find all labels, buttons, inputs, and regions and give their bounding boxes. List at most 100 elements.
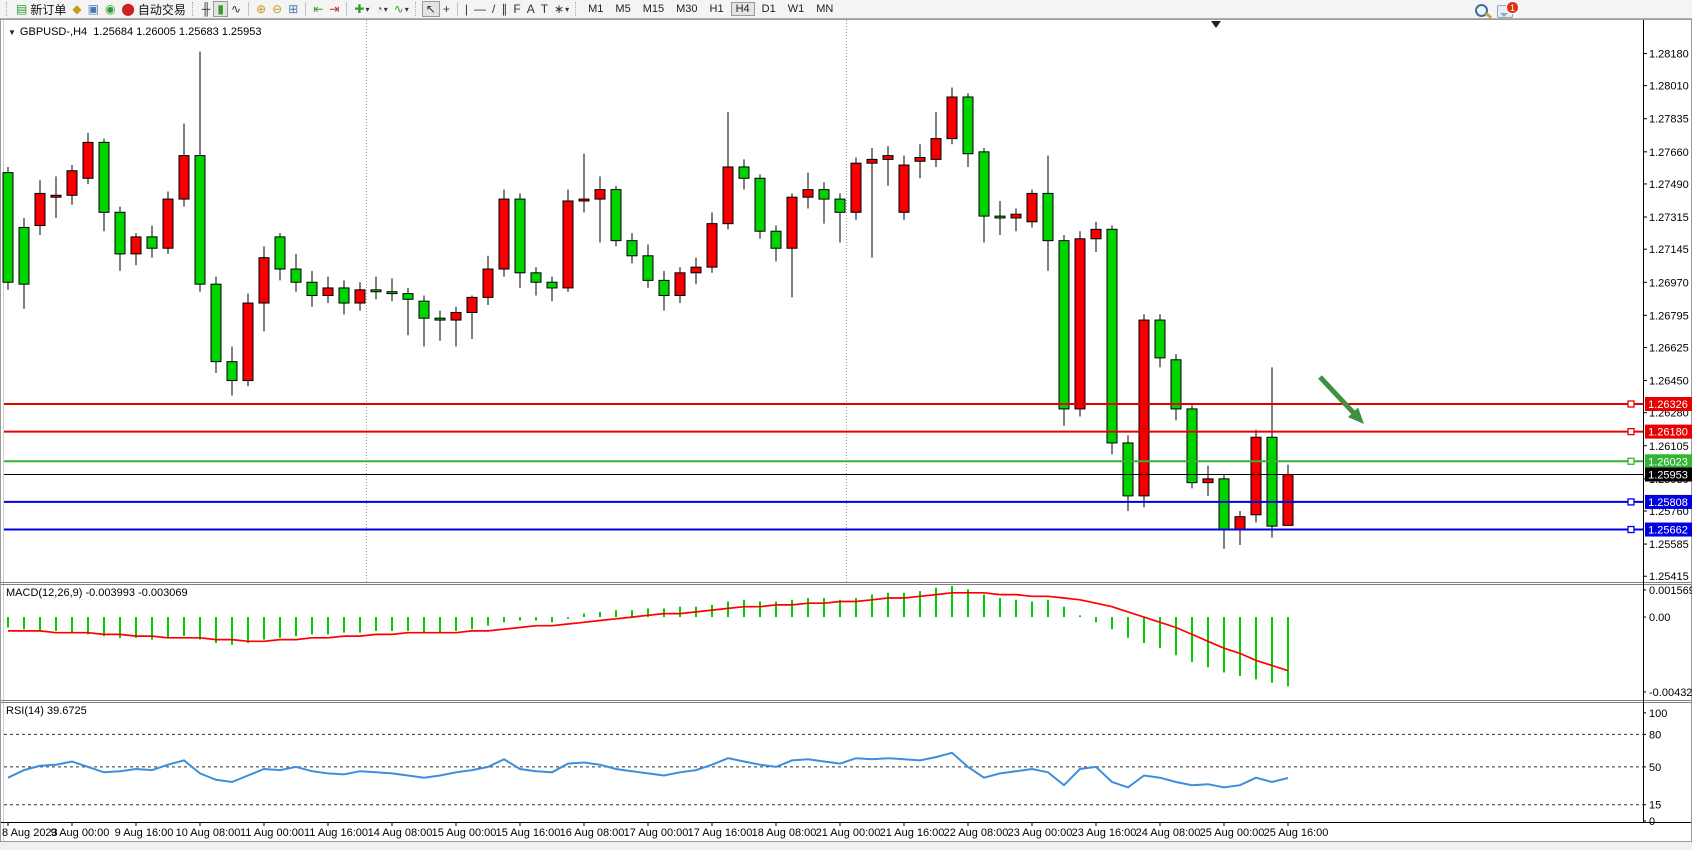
price-axis-label: 1.25415 — [1649, 571, 1689, 583]
tile-windows-button[interactable]: ⊞ — [285, 1, 301, 17]
level-handle[interactable] — [1628, 458, 1634, 464]
chart-line-button[interactable]: ∿ — [228, 1, 244, 17]
candle-down — [339, 288, 349, 303]
candle-down — [515, 199, 525, 273]
add-indicator-icon: ✚ — [354, 1, 364, 17]
cursor-button[interactable]: ↖ — [422, 1, 440, 17]
trendline-tool-button[interactable]: / — [489, 1, 498, 17]
vline-tool-button[interactable]: | — [462, 1, 471, 17]
zoom-out-icon: ⊖ — [272, 1, 282, 17]
toolbar-grip[interactable] — [192, 2, 196, 16]
candle-down — [275, 237, 285, 269]
candle-down — [387, 292, 397, 294]
candle-down — [771, 231, 781, 248]
equidistant-channel-icon: ∥ — [501, 1, 507, 17]
level-handle[interactable] — [1628, 527, 1634, 533]
candle-up — [931, 139, 941, 160]
toolbar-grip[interactable] — [575, 2, 579, 16]
candle-down — [1267, 437, 1277, 526]
candle-up — [467, 297, 477, 312]
candle-down — [403, 294, 413, 300]
price-axis-label: 1.27660 — [1649, 147, 1689, 159]
time-axis-label: 25 Aug 16:00 — [1264, 827, 1329, 839]
candle-down — [1219, 479, 1229, 530]
crosshair-icon: + — [443, 1, 450, 17]
market-watch-button[interactable]: ◆ — [69, 1, 84, 17]
chart-bars-button[interactable]: ╫ — [199, 1, 214, 17]
main-toolbar: ▤ 新订单 ◆ ▣ ◉ ⬤ 自动交易 ╫ ▮ ∿ ⊕ ⊖ ⊞ ⇤ ⇥ ✚▾ ◔▾… — [0, 0, 1692, 19]
horizontal-line-icon: — — [474, 1, 486, 17]
time-axis-label: 9 Aug 16:00 — [115, 827, 174, 839]
tf-w1-button[interactable]: W1 — [783, 2, 810, 16]
tf-h1-button[interactable]: H1 — [705, 2, 729, 16]
level-handle[interactable] — [1628, 499, 1634, 505]
candle-up — [851, 163, 861, 212]
candle-up — [1011, 214, 1021, 218]
time-axis-label: 17 Aug 16:00 — [688, 827, 753, 839]
candle-down — [99, 142, 109, 212]
chart-title[interactable]: ▼GBPUSD-,H4 1.25684 1.26005 1.25683 1.25… — [8, 26, 262, 38]
label-tool-button[interactable]: T — [538, 1, 551, 17]
channel-tool-button[interactable]: ∥ — [498, 1, 510, 17]
zoom-in-button[interactable]: ⊕ — [253, 1, 269, 17]
level-handle[interactable] — [1628, 429, 1634, 435]
auto-scroll-icon: ⇤ — [313, 1, 323, 17]
toolbar-grip[interactable] — [6, 2, 10, 16]
search-icon[interactable] — [1475, 4, 1488, 17]
candle-up — [51, 195, 61, 197]
cursor-icon: ↖ — [426, 1, 436, 17]
candle-up — [899, 165, 909, 212]
chart-candles-button[interactable]: ▮ — [213, 1, 228, 17]
time-axis-label: 23 Aug 16:00 — [1072, 827, 1137, 839]
chat-icon[interactable]: 1 — [1497, 5, 1513, 18]
crosshair-button[interactable]: + — [440, 1, 453, 17]
candle-up — [83, 142, 93, 178]
auto-scroll-button[interactable]: ⇤ — [310, 1, 326, 17]
fibonacci-tool-button[interactable]: F — [510, 1, 523, 17]
candle-down — [611, 190, 621, 241]
tf-m15-button[interactable]: M15 — [638, 2, 669, 16]
tf-m5-button[interactable]: M5 — [610, 2, 635, 16]
candle-down — [547, 282, 557, 288]
tf-m1-button[interactable]: M1 — [583, 2, 608, 16]
tf-m30-button[interactable]: M30 — [671, 2, 702, 16]
candle-up — [1203, 479, 1213, 483]
candle-up — [1027, 193, 1037, 221]
tf-d1-button[interactable]: D1 — [757, 2, 781, 16]
chart-shift-button[interactable]: ⇥ — [326, 1, 342, 17]
candle-down — [195, 156, 205, 285]
price-badge-label: 1.25953 — [1648, 470, 1688, 482]
text-tool-button[interactable]: A — [524, 1, 538, 17]
candle-up — [163, 199, 173, 248]
time-axis-label: 21 Aug 16:00 — [880, 827, 945, 839]
autotrade-button[interactable]: ⬤ 自动交易 — [118, 1, 188, 17]
arrows-tool-button[interactable]: ∗▾ — [551, 1, 572, 17]
scripts-button[interactable]: ◉ — [102, 1, 118, 17]
arrows-icon: ∗ — [554, 1, 564, 17]
time-axis-label: 24 Aug 08:00 — [1136, 827, 1201, 839]
price-axis-label: 1.27315 — [1649, 212, 1689, 224]
chart-canvas[interactable]: 1.281801.280101.278351.276601.274901.273… — [0, 0, 1692, 850]
time-axis-label: 8 Aug 2023 — [2, 827, 58, 839]
hline-tool-button[interactable]: — — [471, 1, 489, 17]
periods-menu-button[interactable]: ◔▾ — [372, 1, 390, 17]
tf-mn-button[interactable]: MN — [811, 2, 838, 16]
template-chart-icon: ∿ — [394, 1, 404, 17]
new-order-button[interactable]: ▤ 新订单 — [13, 1, 69, 17]
symbol-dropdown-icon[interactable]: ▼ — [8, 28, 16, 37]
tf-h4-button[interactable]: H4 — [731, 2, 755, 16]
toolbar-grip[interactable] — [415, 2, 419, 16]
depth-of-market-icon: ▣ — [88, 1, 99, 17]
trendline-icon: / — [492, 1, 495, 17]
candle-down — [739, 167, 749, 178]
depth-of-market-button[interactable]: ▣ — [85, 1, 102, 17]
text-icon: A — [527, 1, 535, 17]
level-handle[interactable] — [1628, 401, 1634, 407]
candle-up — [483, 269, 493, 297]
zoom-out-button[interactable]: ⊖ — [269, 1, 285, 17]
add-indicator-button[interactable]: ✚▾ — [351, 1, 372, 17]
templates-button[interactable]: ∿▾ — [391, 1, 412, 17]
rsi-axis-label: 80 — [1649, 729, 1661, 741]
rsi-axis-label: 15 — [1649, 800, 1661, 812]
text-label-icon: T — [541, 1, 548, 17]
